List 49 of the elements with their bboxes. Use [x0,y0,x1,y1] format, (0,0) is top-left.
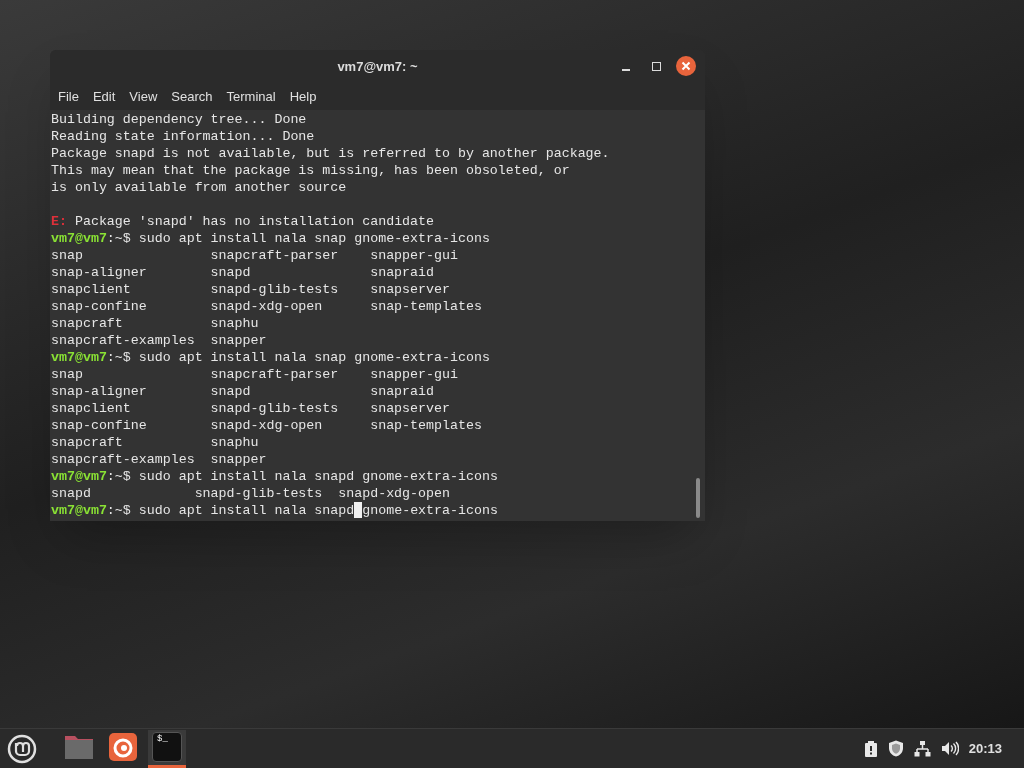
prompt-user: vm7@vm7 [51,350,107,365]
output-line: snapcraft snaphu [51,316,259,331]
output-line: This may mean that the package is missing, has been obsoleted, or [51,163,570,178]
output-line: snapd snapd-glib-tests snapd-xdg-open [51,486,450,501]
text-cursor [354,502,363,518]
menu-item[interactable]: Terminal [219,86,283,107]
menu-item[interactable]: Help [282,86,324,107]
volume-icon[interactable] [940,741,959,756]
network-icon[interactable] [913,740,931,757]
command-text: sudo apt install nala snapd gnome-extra-icons [138,469,498,484]
output-line: snap-confine snapd-xdg-open snap-templates [51,418,482,433]
output-line: Building dependency tree... Done [51,112,307,127]
output-line: snap-confine snapd-xdg-open snap-templates [51,299,482,314]
scrollbar-thumb[interactable] [696,478,700,518]
menu-item[interactable]: Edit [85,86,123,107]
prompt-user: vm7@vm7 [51,503,107,518]
output-line: snap-aligner snapd snapraid [51,384,434,399]
command-text: gnome-extra-icons [362,503,498,518]
terminal-app-button[interactable]: $_ [148,729,186,768]
error-message: Package 'snapd' has no installation candidate [74,214,435,229]
command-text: sudo apt install nala snapd [138,503,355,518]
output-line: snap-aligner snapd snapraid [51,265,434,280]
output-line: snap snapcraft-parser snapper-gui [51,248,458,263]
clipboard-icon[interactable] [863,740,878,757]
prompt-user: vm7@vm7 [51,231,107,246]
close-button[interactable] [676,56,696,76]
error-label: E: [51,214,67,229]
menu-item[interactable]: File [51,86,86,107]
output-line: snapcraft snaphu [51,435,259,450]
clock[interactable]: 20:13 [968,738,1002,759]
output-line: snapclient snapd-glib-tests snapserver [51,401,450,416]
command-text: sudo apt install nala snap gnome-extra-icons [138,231,490,246]
prompt-user: vm7@vm7 [51,469,107,484]
output-line: is only available from another source [51,180,347,195]
window-title: vm7@vm7: ~ [337,57,418,76]
shield-icon[interactable] [887,740,904,757]
output-line: Package snapd is not available, but is referred to by another package. [51,146,610,161]
menu-item[interactable]: View [122,86,165,107]
output-line: snapcraft-examples snapper [51,452,267,467]
output-line: snap snapcraft-parser snapper-gui [51,367,458,382]
prompt-path: :~$ [106,469,131,484]
prompt-path: :~$ [106,503,131,518]
prompt-path: :~$ [106,231,131,246]
output-line: snapclient snapd-glib-tests snapserver [51,282,450,297]
menu-item[interactable]: Search [164,86,220,107]
output-line: snapcraft-examples snapper [51,333,267,348]
command-text: sudo apt install nala snap gnome-extra-icons [138,350,490,365]
output-line: Reading state information... Done [51,129,315,144]
prompt-path: :~$ [106,350,131,365]
